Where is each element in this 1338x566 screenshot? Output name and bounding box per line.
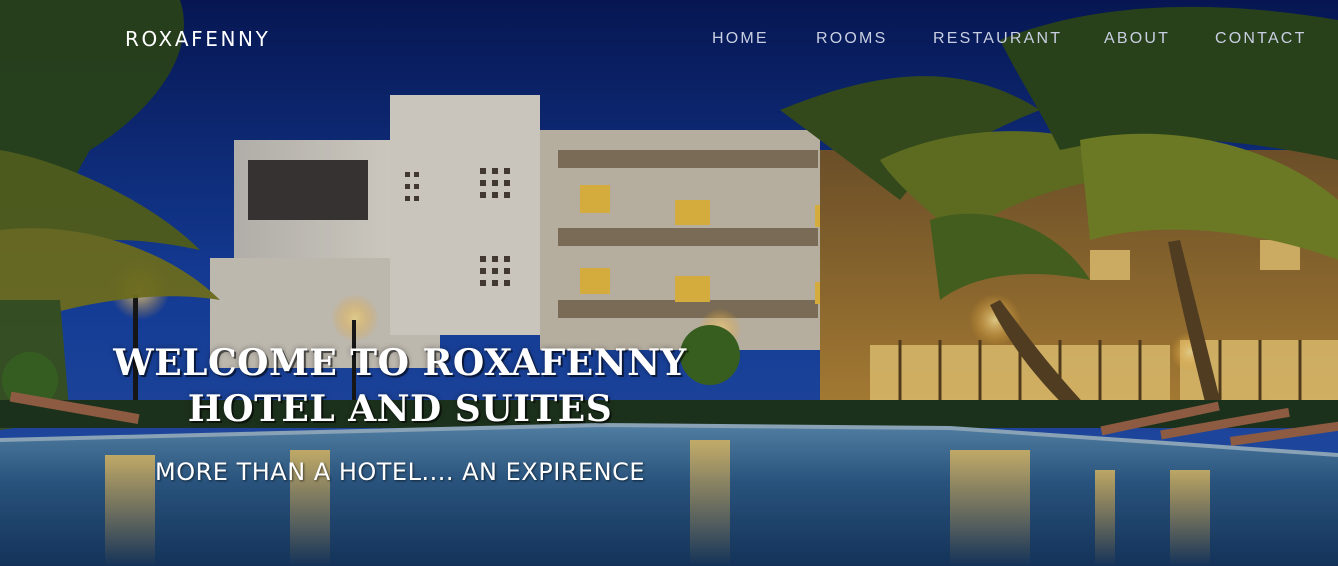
hero-title: WELCOME TO ROXAFENNY HOTEL AND SUITES: [100, 340, 700, 432]
hero-subtitle: MORE THAN A HOTEL.... AN EXPIRENCE: [155, 458, 645, 486]
nav-contact-link[interactable]: CONTACT: [1215, 30, 1307, 48]
nav-home-link[interactable]: HOME: [712, 30, 769, 48]
hero-title-line-2: HOTEL AND SUITES: [187, 388, 613, 430]
hero-banner: ROXAFENNY HOME ROOMS RESTAURANT ABOUT CO…: [0, 0, 1338, 566]
hero-title-line-1: WELCOME TO ROXAFENNY: [113, 342, 687, 384]
nav-about-link[interactable]: ABOUT: [1104, 30, 1170, 48]
nav-menu: HOME ROOMS RESTAURANT ABOUT CONTACT: [0, 30, 1338, 54]
nav-restaurant-link[interactable]: RESTAURANT: [933, 30, 1062, 48]
top-navbar: ROXAFENNY HOME ROOMS RESTAURANT ABOUT CO…: [0, 0, 1338, 80]
hero-text-block: WELCOME TO ROXAFENNY HOTEL AND SUITES MO…: [100, 340, 700, 486]
nav-rooms-link[interactable]: ROOMS: [816, 30, 887, 48]
